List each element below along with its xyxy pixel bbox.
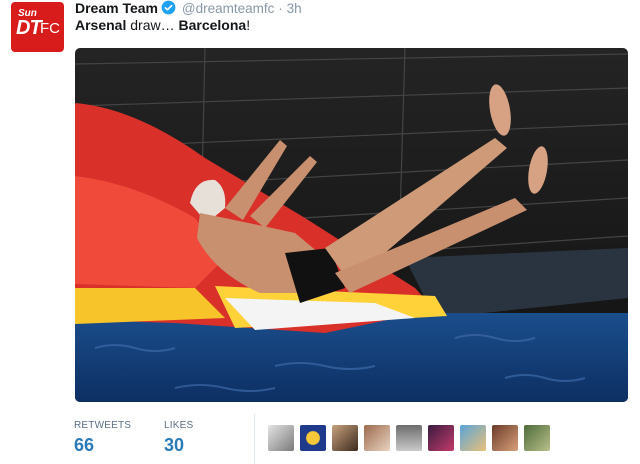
stats-divider <box>254 414 255 464</box>
avatar-dt-text: DT <box>16 17 42 39</box>
liker-avatar[interactable] <box>300 425 326 451</box>
verified-badge-icon <box>161 0 176 18</box>
timestamp[interactable]: 3h <box>287 1 302 16</box>
liker-avatar[interactable] <box>332 425 358 451</box>
tweet-photo-image <box>75 48 628 402</box>
avatar-fc-text: FC <box>40 20 60 37</box>
retweets-stat[interactable]: RETWEETS 66 <box>74 420 131 456</box>
tweet-text: Arsenal draw… Barcelona! <box>75 17 250 33</box>
separator: · <box>278 1 283 16</box>
liker-avatar[interactable] <box>364 425 390 451</box>
tweet-text-barcelona: Barcelona <box>178 17 247 33</box>
handle[interactable]: @dreamteamfc <box>182 1 274 16</box>
retweets-label: RETWEETS <box>74 420 132 431</box>
liker-avatar[interactable] <box>524 425 550 451</box>
display-name[interactable]: Dream Team <box>75 0 158 16</box>
avatar[interactable]: Sun DT FC <box>11 2 64 52</box>
liker-avatar[interactable] <box>268 425 294 451</box>
likes-label: LIKES <box>164 420 194 431</box>
tweet-text-arsenal: Arsenal <box>75 17 127 33</box>
likes-count: 30 <box>164 435 185 455</box>
likes-stat[interactable]: LIKES 30 <box>164 420 193 456</box>
liker-avatar[interactable] <box>460 425 486 451</box>
liker-avatar[interactable] <box>492 425 518 451</box>
retweets-count: 66 <box>74 435 95 455</box>
liker-avatar[interactable] <box>396 425 422 451</box>
tweet-text-draw: draw… <box>126 17 179 33</box>
liker-avatar[interactable] <box>428 425 454 451</box>
tweet-photo[interactable] <box>75 48 628 402</box>
tweet-header: Dream Team @dreamteamfc · 3h <box>75 0 302 16</box>
tweet-text-end: ! <box>246 17 251 33</box>
tweet-stats: RETWEETS 66 LIKES 30 <box>74 414 630 464</box>
